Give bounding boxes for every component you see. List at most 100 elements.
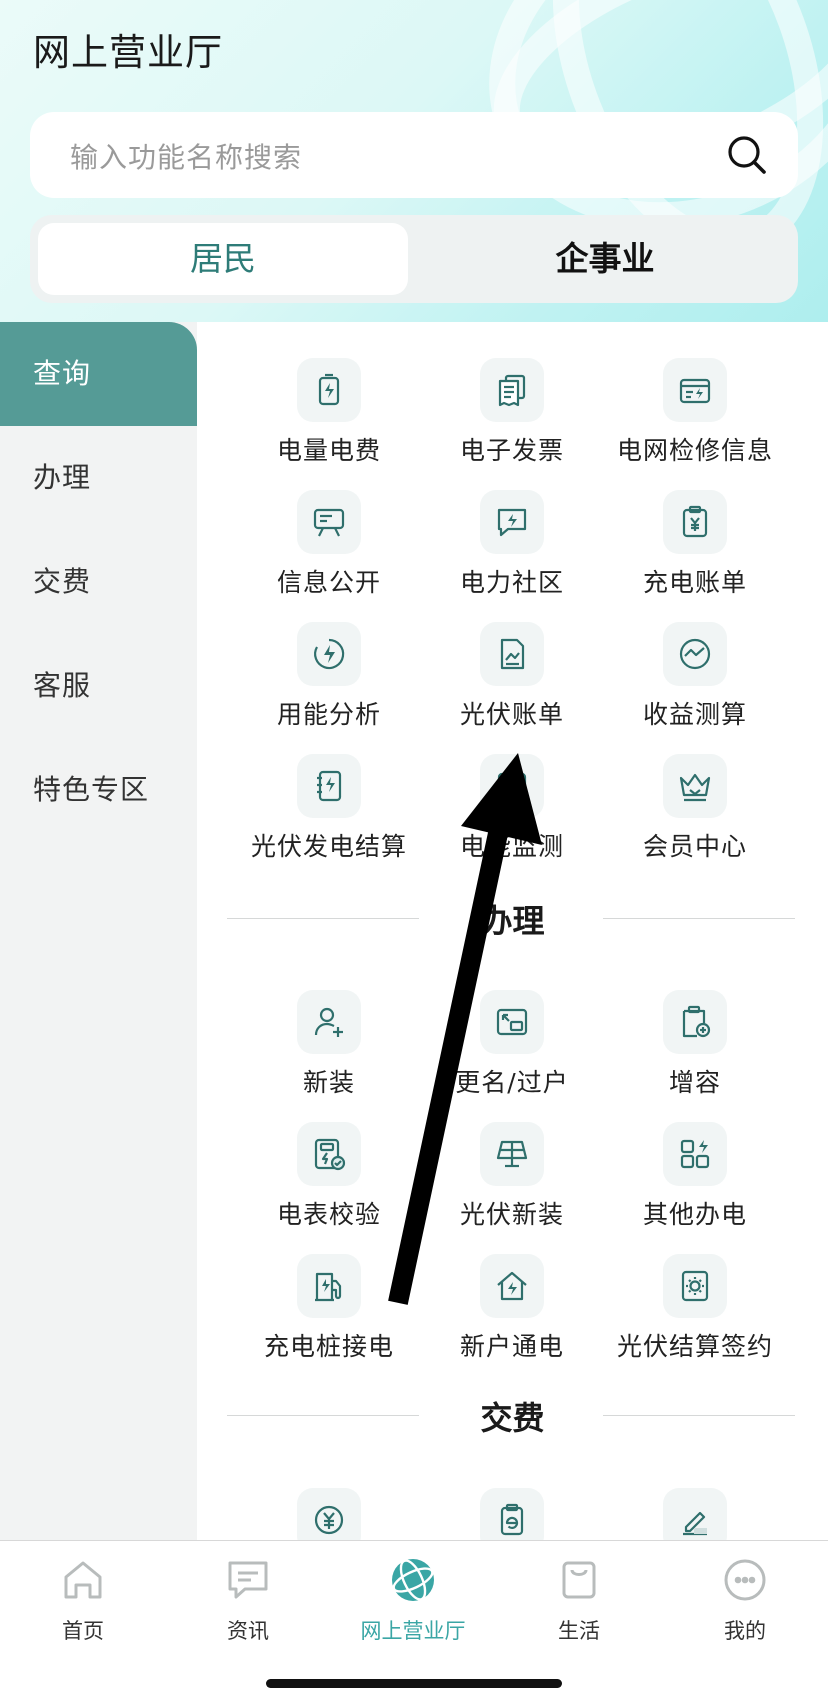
globe-icon — [392, 1559, 434, 1601]
grid-item-electricity-fee[interactable]: 电量电费 — [224, 358, 434, 467]
grid-item-pv-settlement[interactable]: 光伏发电结算 — [224, 754, 434, 863]
grid-item-pay-fee[interactable] — [224, 1488, 434, 1540]
grid-item-charging-bill[interactable]: 充电账单 — [590, 490, 800, 599]
earnings-icon — [679, 638, 711, 670]
grid-item-power-community[interactable]: 电力社区 — [407, 490, 617, 599]
transfer-icon — [496, 1008, 528, 1036]
user-type-switch: 居民 企事业 — [30, 215, 798, 303]
sidebar-item-featured[interactable]: 特色专区 — [0, 738, 197, 842]
pv-bill-icon — [500, 638, 525, 670]
apps-bolt-icon — [680, 1139, 710, 1169]
grid-item-label: 收益测算 — [642, 700, 747, 729]
clipboard-yen-icon — [682, 505, 708, 538]
nav-home-label: 首页 — [62, 1619, 104, 1643]
grid-item-label: 光伏新装 — [459, 1200, 564, 1229]
section-title-handle: 办理 — [480, 902, 545, 940]
grid-item-meter-check[interactable]: 电表校验 — [224, 1122, 434, 1231]
house-bolt-icon — [497, 1271, 527, 1301]
nav-life[interactable]: 生活 — [509, 1557, 649, 1645]
tab-enterprise[interactable]: 企事业 — [420, 223, 790, 295]
billboard-icon — [313, 508, 345, 537]
grid-item-charging-pile[interactable]: 充电桩接电 — [224, 1254, 434, 1363]
grid-item-grid-maintenance[interactable]: 电网检修信息 — [590, 358, 800, 467]
grid-item-label: 电网检修信息 — [616, 436, 773, 465]
page-title: 网上营业厅 — [33, 31, 223, 74]
energy-gauge-icon — [314, 638, 345, 670]
home-indicator — [266, 1679, 562, 1688]
nav-life-label: 生活 — [558, 1619, 600, 1643]
search-bar[interactable]: 输入功能名称搜索 — [30, 112, 798, 198]
category-sidebar: 查询 办理 交费 客服 特色专区 — [0, 322, 197, 1540]
grid-item-label: 更名/过户 — [455, 1068, 569, 1097]
nav-online-hall[interactable]: 网上营业厅 — [343, 1557, 483, 1645]
tab-resident[interactable]: 居民 — [38, 223, 408, 295]
grid-item-label: 充电桩接电 — [263, 1332, 394, 1361]
grid-item-capacity-increase[interactable]: 增容 — [590, 990, 800, 1099]
nav-online-hall-label: 网上营业厅 — [360, 1619, 466, 1643]
grid-item-energy-analysis[interactable]: 用能分析 — [224, 622, 434, 731]
monitor-icon — [497, 772, 527, 800]
grid-item-member-center[interactable]: 会员中心 — [590, 754, 800, 863]
face-icon — [724, 1559, 766, 1601]
pen-sign-icon — [683, 1511, 707, 1536]
grid-item-label: 新户通电 — [459, 1332, 564, 1361]
home-icon — [64, 1561, 102, 1599]
meter-check-icon — [314, 1138, 346, 1171]
grid-item-label: 电表校验 — [276, 1200, 381, 1229]
grid-item-pv-bill[interactable]: 光伏账单 — [407, 622, 617, 731]
crown-icon — [679, 773, 711, 802]
grid-item-label: 电能监测 — [459, 832, 564, 861]
solar-panel-icon — [496, 1140, 528, 1168]
grid-item-label: 光伏结算签约 — [616, 1332, 773, 1361]
grid-item-pv-install[interactable]: 光伏新装 — [407, 1122, 617, 1231]
grid-item-power-monitoring[interactable]: 电能监测 — [407, 754, 617, 863]
grid-item-label: 新装 — [302, 1068, 355, 1097]
grid-item-label: 电力社区 — [459, 568, 564, 597]
nav-mine-label: 我的 — [724, 1619, 766, 1643]
grid-item-e-card[interactable] — [407, 1488, 617, 1540]
sidebar-item-pay[interactable]: 交费 — [0, 530, 197, 634]
sidebar-item-service[interactable]: 客服 — [0, 634, 197, 738]
grid-item-other-services[interactable]: 其他办电 — [590, 1122, 800, 1231]
grid-item-label: 信息公开 — [276, 568, 381, 597]
e-card-icon — [500, 1503, 524, 1536]
grid-item-label: 电量电费 — [276, 436, 381, 465]
grid-item-label: 会员中心 — [642, 832, 747, 861]
grid-maintenance-icon — [679, 378, 711, 404]
grid-item-e-invoice[interactable]: 电子发票 — [407, 358, 617, 467]
sidebar-item-handle[interactable]: 办理 — [0, 426, 197, 530]
section-title-pay: 交费 — [480, 1399, 545, 1437]
nav-mine[interactable]: 我的 — [675, 1557, 815, 1645]
grid-item-info-disclosure[interactable]: 信息公开 — [224, 490, 434, 599]
battery-bolt-icon — [318, 373, 340, 406]
notebook-bolt-icon — [317, 770, 342, 802]
grid-item-rename-transfer[interactable]: 更名/过户 — [407, 990, 617, 1099]
invoice-icon — [498, 374, 526, 407]
grid-item-label: 光伏账单 — [459, 700, 564, 729]
service-content: 电量电费 电子发票 电网检修信息 信息公开 电力社区 充电账单 用能分析 光伏账… — [197, 322, 828, 1540]
grid-item-label: 用能分析 — [276, 700, 381, 729]
grid-item-label: 充电账单 — [642, 568, 747, 597]
nav-news[interactable]: 资讯 — [178, 1557, 318, 1645]
grid-item-sign[interactable] — [590, 1488, 800, 1540]
grid-item-new-install[interactable]: 新装 — [224, 990, 434, 1099]
grid-item-label: 光伏发电结算 — [250, 832, 407, 861]
grid-item-new-household-power[interactable]: 新户通电 — [407, 1254, 617, 1363]
grid-item-earnings-calc[interactable]: 收益测算 — [590, 622, 800, 731]
nav-news-label: 资讯 — [227, 1619, 269, 1643]
user-plus-icon — [314, 1007, 343, 1037]
grid-item-pv-settlement-contract[interactable]: 光伏结算签约 — [590, 1254, 800, 1363]
message-icon — [228, 1561, 268, 1599]
charging-pile-icon — [315, 1272, 342, 1302]
search-input[interactable]: 输入功能名称搜索 — [70, 136, 302, 176]
header-banner: 网上营业厅 输入功能名称搜索 居民 企事业 — [0, 0, 828, 322]
grid-item-label: 其他办电 — [642, 1200, 747, 1229]
chat-bolt-icon — [497, 508, 527, 537]
sidebar-item-query[interactable]: 查询 — [0, 322, 197, 426]
clipboard-plus-icon — [682, 1005, 711, 1038]
nav-home[interactable]: 首页 — [13, 1557, 153, 1645]
grid-item-label: 电子发票 — [459, 436, 564, 465]
shopping-bag-icon — [562, 1561, 596, 1599]
search-icon[interactable] — [724, 132, 770, 178]
sun-contract-icon — [681, 1270, 709, 1302]
